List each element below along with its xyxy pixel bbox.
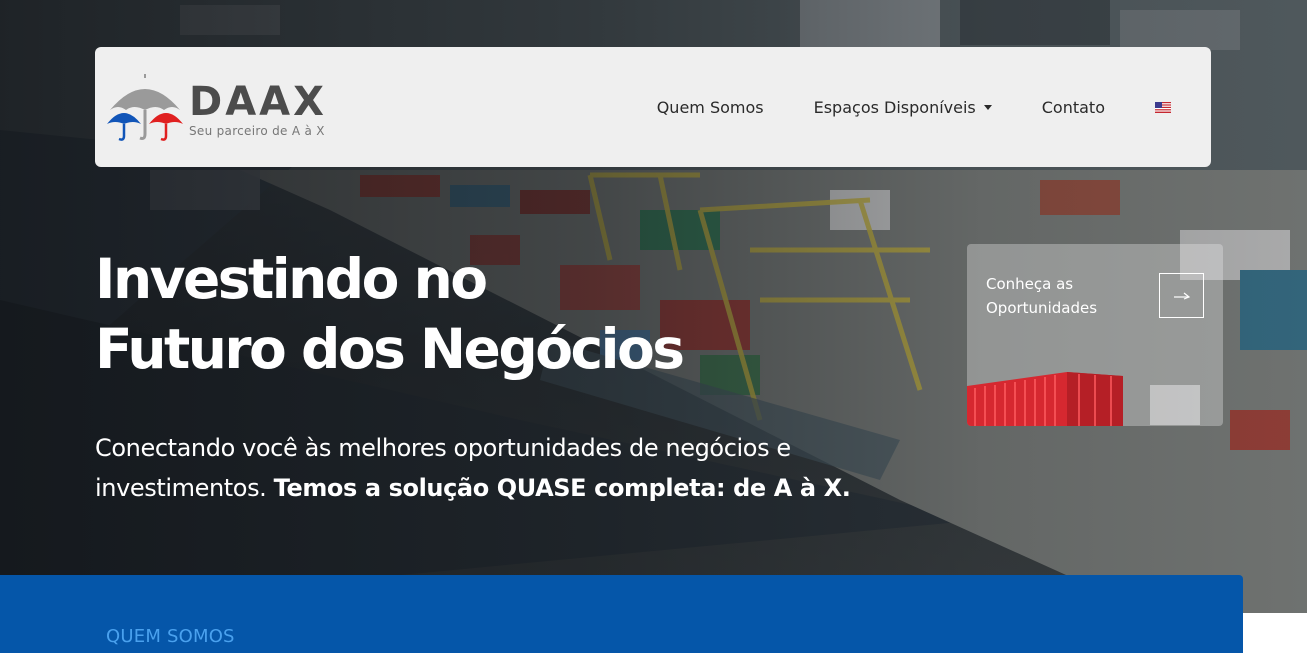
nav-item-espacos-disponiveis[interactable]: Espaços Disponíveis (814, 98, 992, 117)
hero-title-line2: Futuro dos Negócios (95, 317, 685, 381)
top-navbar: DAAX Seu parceiro de A à X Quem Somos Es… (95, 47, 1211, 167)
hero-subtitle-bold: Temos a solução QUASE completa: de A à X… (273, 474, 851, 502)
language-switcher[interactable] (1155, 101, 1171, 113)
hero-title: Investindo no Futuro dos Negócios (95, 244, 795, 384)
hero-subtitle: Conectando você às melhores oportunidade… (95, 428, 915, 508)
opportunities-label: Conheça as Oportunidades (986, 272, 1136, 320)
brand-logo[interactable]: DAAX Seu parceiro de A à X (107, 72, 327, 142)
nav-item-label: Quem Somos (656, 97, 764, 117)
caret-down-icon (983, 104, 992, 110)
opportunities-label-line1: Conheça as (986, 275, 1074, 293)
nav-item-contato[interactable]: Contato (1042, 98, 1105, 117)
about-section-label: QUEM SOMOS (106, 626, 235, 647)
opportunities-arrow-button[interactable] (1159, 273, 1204, 318)
opportunities-card[interactable]: Conheça as Oportunidades (967, 244, 1223, 426)
nav-links: Quem Somos Espaços Disponíveis Contato (657, 98, 1171, 117)
brand-name: DAAX (189, 79, 327, 125)
arrow-right-icon (1173, 292, 1190, 300)
about-section: QUEM SOMOS (0, 575, 1243, 653)
opportunities-label-line2: Oportunidades (986, 299, 1098, 317)
nav-item-label: Espaços Disponíveis (813, 97, 976, 117)
hero-title-line1: Investindo no (95, 247, 488, 311)
us-flag-icon (1155, 101, 1171, 113)
umbrella-logo-icon (107, 74, 183, 141)
shipping-container-image (967, 372, 1123, 426)
brand-tagline: Seu parceiro de A à X (189, 124, 325, 138)
nav-item-label: Contato (1041, 97, 1105, 117)
nav-item-quem-somos[interactable]: Quem Somos (657, 98, 764, 117)
